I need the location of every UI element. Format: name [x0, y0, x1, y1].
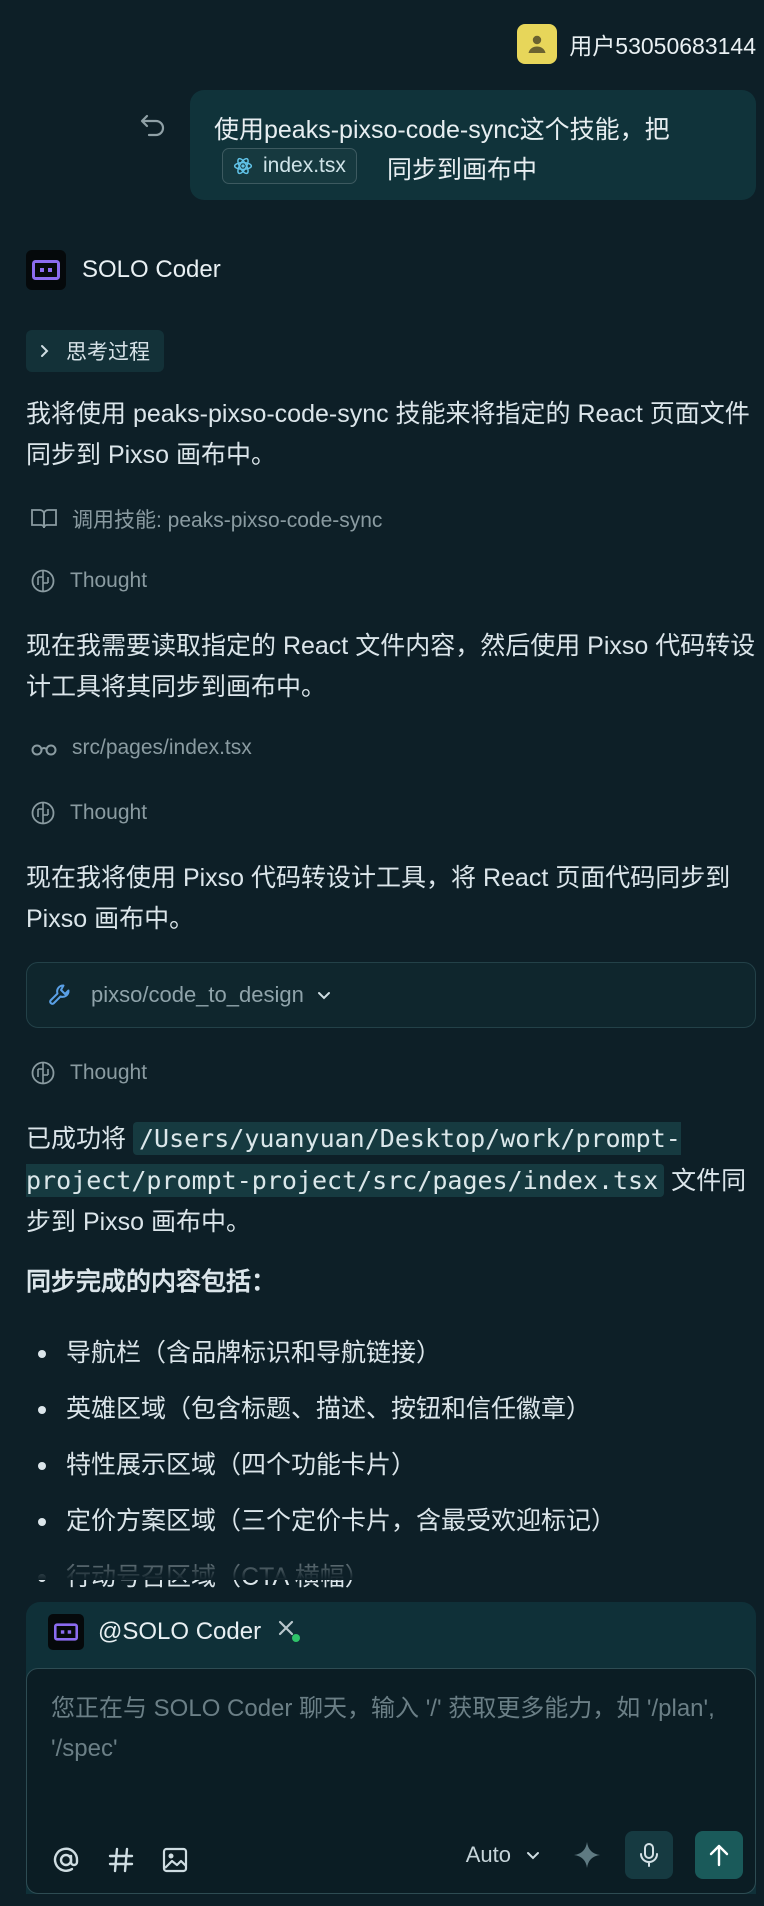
scroll-fade	[0, 1540, 764, 1580]
brain-icon	[31, 569, 55, 593]
chevron-down-icon	[527, 1852, 539, 1860]
thought-label: Thought	[70, 1061, 148, 1084]
skill-call-label: 调用技能: peaks-pixso-code-sync	[72, 509, 383, 532]
thinking-process-toggle[interactable]: 思考过程	[26, 330, 164, 372]
agent-mention[interactable]: @SOLO Coder	[98, 1618, 261, 1646]
sparkle-icon[interactable]	[571, 1839, 603, 1871]
user-message-text: 使用peaks-pixso-code-sync这个技能，把	[214, 116, 670, 144]
user-header: 用户53050683144	[517, 24, 756, 64]
user-name: 用户53050683144	[569, 33, 756, 59]
user-message-bubble: 使用peaks-pixso-code-sync这个技能，把 index.tsx …	[190, 90, 756, 200]
thought-row-1[interactable]: Thought	[30, 568, 147, 594]
chat-input-box[interactable]: 您正在与 SOLO Coder 聊天，输入 '/' 获取更多能力，如 '/pla…	[26, 1668, 756, 1894]
brain-icon	[31, 1061, 55, 1085]
arrow-up-icon	[709, 1844, 729, 1867]
summary-heading: 同步完成的内容包括：	[26, 1268, 277, 1296]
solo-coder-logo-icon	[48, 1614, 84, 1650]
at-mention-icon[interactable]	[51, 1845, 81, 1875]
file-chip-label: index.tsx	[263, 154, 346, 177]
list-item: 特性展示区域（四个功能卡片）	[26, 1437, 756, 1493]
result-paragraph: 已成功将 /Users/yuanyuan/Desktop/work/prompt…	[26, 1118, 756, 1243]
composer-tools-right: Auto	[466, 1831, 743, 1879]
assistant-paragraph-2: 现在我需要读取指定的 React 文件内容，然后使用 Pixso 代码转设计工具…	[26, 632, 756, 701]
composer-panel: @SOLO Coder 您正在与 SOLO Coder 聊天，输入 '/' 获取…	[26, 1602, 756, 1894]
skill-call-row[interactable]: 调用技能: peaks-pixso-code-sync	[30, 504, 382, 534]
chat-input-placeholder: 您正在与 SOLO Coder 聊天，输入 '/' 获取更多能力，如 '/pla…	[51, 1695, 715, 1762]
assistant-paragraph-1: 我将使用 peaks-pixso-code-sync 技能来将指定的 React…	[26, 400, 750, 469]
react-icon	[233, 157, 253, 175]
composer-tools-left	[51, 1845, 189, 1875]
result-prefix: 已成功将	[26, 1125, 127, 1153]
thinking-label: 思考过程	[66, 341, 150, 364]
brain-icon	[31, 801, 55, 825]
tool-call-box[interactable]: pixso/code_to_design	[26, 962, 756, 1028]
hash-icon[interactable]	[107, 1846, 135, 1874]
mode-label: Auto	[465, 1842, 511, 1867]
wrench-icon	[49, 984, 70, 1005]
assistant-header: SOLO Coder	[26, 250, 221, 290]
book-icon	[31, 509, 57, 529]
microphone-icon	[640, 1843, 658, 1867]
user-message-text-end: 同步到画布中	[387, 156, 538, 184]
chevron-right-icon	[41, 345, 49, 357]
send-button[interactable]	[695, 1831, 743, 1879]
solo-coder-logo-icon	[26, 250, 66, 290]
tool-name: pixso/code_to_design	[91, 982, 304, 1007]
thought-label: Thought	[70, 801, 148, 824]
file-read-path: src/pages/index.tsx	[72, 736, 252, 759]
mode-selector[interactable]: Auto	[466, 1842, 541, 1868]
assistant-name: SOLO Coder	[82, 256, 221, 283]
image-icon[interactable]	[161, 1846, 189, 1874]
list-item: 英雄区域（包含标题、描述、按钮和信任徽章）	[26, 1381, 756, 1437]
composer-header: @SOLO Coder	[48, 1614, 305, 1650]
user-avatar[interactable]	[517, 24, 558, 64]
file-chip[interactable]: index.tsx	[222, 148, 357, 184]
assistant-paragraph-3: 现在我将使用 Pixso 代码转设计工具，将 React 页面代码同步到 Pix…	[26, 864, 731, 933]
user-icon	[528, 35, 546, 53]
undo-icon[interactable]	[138, 110, 168, 140]
thought-row-3[interactable]: Thought	[30, 1060, 147, 1086]
voice-input-button[interactable]	[625, 1831, 673, 1879]
thought-row-2[interactable]: Thought	[30, 800, 147, 826]
list-item: 导航栏（含品牌标识和导航链接）	[26, 1325, 756, 1381]
thought-label: Thought	[70, 569, 148, 592]
glasses-icon	[31, 744, 57, 756]
tools-status-icon[interactable]	[275, 1617, 305, 1647]
file-read-row[interactable]: src/pages/index.tsx	[30, 736, 252, 760]
chevron-down-icon	[317, 992, 330, 1000]
